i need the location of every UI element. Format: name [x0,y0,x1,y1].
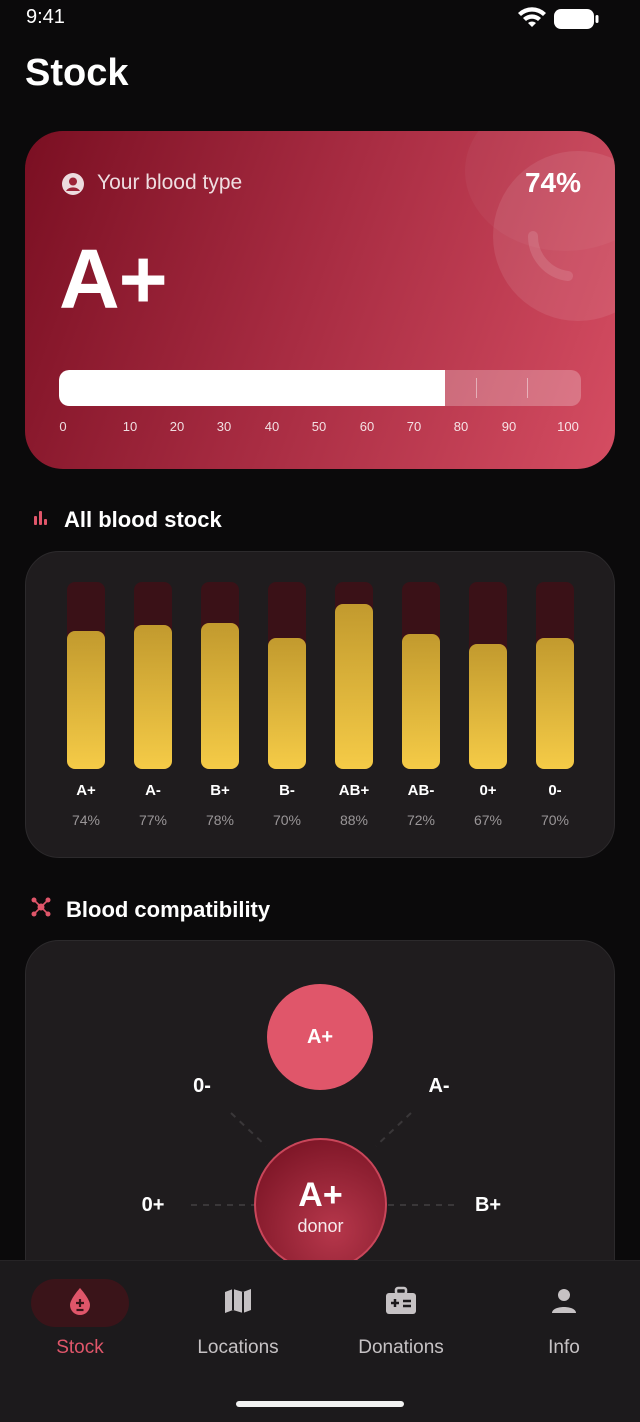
stock-bar-fill [67,631,105,769]
user-circle-icon [61,172,85,201]
stock-bar-track [402,582,440,769]
bar-tick [476,378,477,398]
donor-type-value: A+ [298,1176,343,1214]
map-icon [223,1286,253,1321]
nav-item-locations[interactable]: Locations [158,1261,318,1371]
stock-bar-fill [536,638,574,769]
scale-tick-label: 80 [453,419,469,434]
scale-tick-label: 70 [406,419,422,434]
blood-level-fill [59,370,445,406]
nav-item-info-icon-wrap [515,1279,613,1327]
stock-bar-track [268,582,306,769]
scale-tick-label: 0 [59,419,67,434]
nav-item-info[interactable]: Info [484,1261,640,1371]
compat-section-heading: Blood compatibility [30,896,270,923]
stock-bar-value-label: 74% [71,812,101,828]
receiver-type-circle[interactable]: A+ [267,984,373,1090]
stock-bar-fill [402,634,440,769]
stock-bar-value-label: 72% [406,812,436,828]
nav-item-stock-icon-wrap [31,1279,129,1327]
status-bar: 9:41 [0,0,640,40]
blood-level-percentage: 74% [524,167,581,198]
bar-chart-icon [30,508,50,533]
stock-bar-label: B- [279,782,295,799]
compatible-type-right-bottom[interactable]: B+ [475,1194,501,1217]
stock-bar-label: 0- [548,782,562,799]
scale-tick-label: 100 [557,419,579,434]
stock-bar-label: 0+ [479,782,497,799]
person-icon [550,1287,578,1320]
status-time: 9:41 [26,6,65,28]
stock-bar-fill [268,638,306,769]
stock-bar-label: A+ [76,782,96,799]
scale-tick-label: 10 [122,419,138,434]
stock-bar-track [67,582,105,769]
blood-type-card: Your blood type 74% A+ 0 10 20 30 40 50 60 70 80… [25,131,615,469]
scale-tick-label: 90 [501,419,517,434]
page-title: Stock [25,52,129,94]
scale-tick-label: 50 [311,419,327,434]
nav-item-stock[interactable]: Stock [0,1261,160,1371]
blood-stock-chart: A+ 74% A- 77% B+ 78% B- 70% AB+ 88% AB- 72% 0+ 67% 0- 7… [25,551,615,858]
wifi-icon [516,7,548,34]
battery-icon [553,8,599,35]
scale-tick-label: 20 [169,419,185,434]
scale-tick-label: 30 [216,419,232,434]
stock-bar-value-label: 70% [272,812,302,828]
stock-bar-fill [201,623,239,769]
nav-item-locations-label: Locations [197,1337,279,1358]
blood-level-bar [59,370,581,406]
scale-tick-label: 60 [359,419,375,434]
blood-type-value: A+ [59,232,168,326]
stock-bar-value-label: 67% [473,812,503,828]
stock-bar-fill [335,604,373,769]
stock-section-title: All blood stock [64,507,222,532]
stock-bar-label: AB- [407,782,435,799]
stock-bar-track [134,582,172,769]
blood-type-label: Your blood type [97,171,243,194]
stock-bar-label: AB+ [338,782,370,799]
scale-tick-label: 40 [264,419,280,434]
stock-bar-track [335,582,373,769]
bottom-navigation: Stock Locations Donations Info [0,1260,640,1422]
stock-bar-track [201,582,239,769]
bar-tick [527,378,528,398]
nav-item-locations-icon-wrap [189,1279,287,1327]
nav-item-stock-label: Stock [56,1337,104,1358]
stock-bar-value-label: 88% [339,812,369,828]
home-indicator [236,1401,404,1407]
blood-drop-icon [67,1286,93,1321]
stock-bar-value-label: 70% [540,812,570,828]
stock-bar-value-label: 77% [138,812,168,828]
compat-section-title: Blood compatibility [66,896,271,922]
donor-type-circle[interactable]: A+ donor [254,1138,387,1271]
compatible-type-left-bottom[interactable]: 0+ [142,1194,165,1217]
stock-bar-fill [469,644,507,769]
stock-bar-label: A- [145,782,161,799]
blood-level-scale: 0 10 20 30 40 50 60 70 80 90 100 [25,419,615,439]
donor-type-label: donor [297,1216,344,1236]
compatible-type-right-top[interactable]: A- [428,1075,449,1098]
stock-bar-fill [134,625,172,769]
stock-bar-track [536,582,574,769]
stock-bar-track [469,582,507,769]
compatible-type-left-top[interactable]: 0- [193,1075,211,1098]
nav-item-info-label: Info [548,1337,580,1358]
stock-bar-label: B+ [210,782,230,799]
medical-kit-icon [385,1286,417,1321]
molecule-icon [30,896,52,923]
nav-item-donations-icon-wrap [352,1279,450,1327]
nav-item-donations-label: Donations [358,1337,444,1358]
nav-item-donations[interactable]: Donations [321,1261,481,1371]
stock-section-heading: All blood stock [30,507,222,533]
stock-bar-value-label: 78% [205,812,235,828]
